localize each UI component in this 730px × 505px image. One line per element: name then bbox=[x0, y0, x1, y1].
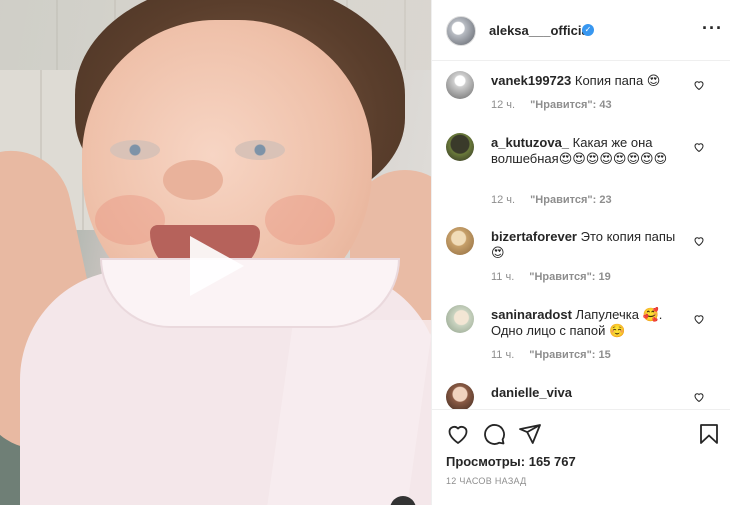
comment-text: a_kutuzova_ Какая же она волшебная😍😍😍😍😍😍… bbox=[491, 135, 686, 167]
views-label: Просмотры: bbox=[446, 454, 526, 469]
comment-meta: 11 ч. "Нравится": 15 bbox=[491, 349, 611, 361]
commenter-avatar[interactable] bbox=[446, 71, 474, 99]
post-actions: Просмотры: 165 767 12 ЧАСОВ НАЗАД bbox=[432, 409, 730, 505]
baby-nose bbox=[163, 160, 223, 200]
comment-icon[interactable] bbox=[482, 422, 506, 446]
more-options-icon[interactable]: ··· bbox=[702, 18, 723, 39]
commenter-avatar[interactable] bbox=[446, 133, 474, 161]
comment-time: 12 ч. bbox=[491, 194, 516, 206]
comment-likes[interactable]: "Нравится": 19 bbox=[529, 271, 610, 283]
comment-like-heart-icon[interactable] bbox=[693, 79, 705, 91]
post-video[interactable] bbox=[0, 0, 431, 505]
play-icon[interactable] bbox=[190, 236, 244, 296]
comment-text: vanek199723 Копия папа 😍 bbox=[491, 73, 686, 89]
commenter-avatar[interactable] bbox=[446, 383, 474, 409]
comment-likes[interactable]: "Нравится": 15 bbox=[529, 349, 610, 361]
baby-eye-right bbox=[235, 140, 285, 160]
post-sidebar: aleksa___official ✓ ··· vanek199723 Копи… bbox=[431, 0, 730, 505]
commenter-avatar[interactable] bbox=[446, 227, 474, 255]
baby-cheek-right bbox=[265, 195, 335, 245]
comment-like-heart-icon[interactable] bbox=[693, 313, 705, 325]
commenter-username[interactable]: a_kutuzova_ bbox=[491, 135, 569, 150]
comment-like-heart-icon[interactable] bbox=[693, 141, 705, 153]
heart-icon[interactable] bbox=[446, 422, 470, 446]
baby-eye-left bbox=[110, 140, 160, 160]
comment-meta: 12 ч. "Нравится": 43 bbox=[491, 99, 612, 111]
comment-meta: 11 ч. "Нравится": 19 bbox=[491, 271, 611, 283]
views-count: Просмотры: 165 767 bbox=[446, 454, 576, 469]
bookmark-icon[interactable] bbox=[697, 422, 721, 446]
views-number: 165 767 bbox=[528, 454, 576, 469]
comment-time: 11 ч. bbox=[491, 349, 515, 361]
commenter-username[interactable]: vanek199723 bbox=[491, 73, 571, 88]
comment-text: bizertaforever Это копия папы 😍 bbox=[491, 229, 686, 261]
comments-list[interactable]: vanek199723 Копия папа 😍 12 ч. "Нравится… bbox=[432, 61, 730, 409]
post-timestamp[interactable]: 12 ЧАСОВ НАЗАД bbox=[446, 476, 527, 486]
post-header: aleksa___official ✓ ··· bbox=[432, 0, 730, 61]
comment-time: 11 ч. bbox=[491, 271, 515, 283]
comment-likes[interactable]: "Нравится": 43 bbox=[530, 99, 611, 111]
comment-likes[interactable]: "Нравится": 23 bbox=[530, 194, 611, 206]
comment-like-heart-icon[interactable] bbox=[693, 391, 705, 403]
comment-body: Копия папа 😍 bbox=[574, 73, 661, 88]
comment-like-heart-icon[interactable] bbox=[693, 235, 705, 247]
commenter-username[interactable]: bizertaforever bbox=[491, 229, 577, 244]
commenter-username[interactable]: danielle_viva bbox=[491, 385, 572, 400]
comment-time: 12 ч. bbox=[491, 99, 516, 111]
share-icon[interactable] bbox=[518, 422, 542, 446]
commenter-avatar[interactable] bbox=[446, 305, 474, 333]
comment-text: saninaradost Лапулечка 🥰. Одно лицо с па… bbox=[491, 307, 686, 339]
verified-badge-icon: ✓ bbox=[582, 24, 594, 36]
author-username[interactable]: aleksa___official bbox=[489, 23, 592, 38]
comment-text: danielle_viva bbox=[491, 385, 686, 401]
author-avatar[interactable] bbox=[446, 16, 476, 46]
commenter-username[interactable]: saninaradost bbox=[491, 307, 572, 322]
onesie-fold bbox=[266, 320, 431, 505]
comment-meta: 12 ч. "Нравится": 23 bbox=[491, 194, 612, 206]
onesie-collar bbox=[100, 258, 400, 328]
